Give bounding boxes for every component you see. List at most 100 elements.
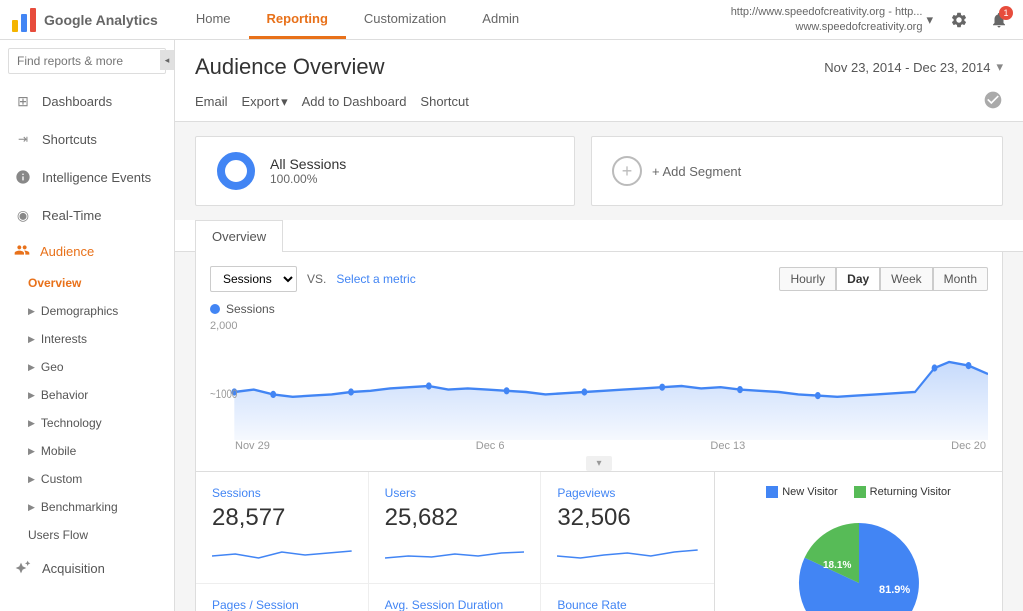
sidebar-subitem-custom[interactable]: ▶ Custom <box>0 465 174 493</box>
logo-text: Google Analytics <box>44 12 158 28</box>
x-label-dec13: Dec 13 <box>710 440 745 452</box>
x-label-dec6: Dec 6 <box>476 440 505 452</box>
sidebar-item-acquisition[interactable]: Acquisition <box>0 549 174 587</box>
time-btn-week[interactable]: Week <box>880 267 932 291</box>
chart-x-labels: Nov 29 Dec 6 Dec 13 Dec 20 <box>210 440 988 452</box>
segment-pct: 100.00% <box>270 172 346 186</box>
add-segment-label: + Add Segment <box>652 164 741 179</box>
nav-admin[interactable]: Admin <box>464 1 537 39</box>
logo: Google Analytics <box>10 6 158 34</box>
export-button[interactable]: Export ▾ <box>242 94 288 110</box>
returning-visitor-color <box>854 486 866 498</box>
new-visitor-label: New Visitor <box>782 486 837 498</box>
metric-label-bounce-rate: Bounce Rate <box>557 598 698 611</box>
chevron-icon-technology: ▶ <box>28 418 35 429</box>
select-metric-link[interactable]: Select a metric <box>336 272 415 286</box>
sidebar-item-shortcuts[interactable]: ⇥ Shortcuts <box>0 120 174 158</box>
metric-card-pageviews: Pageviews 32,506 <box>541 472 714 584</box>
sidebar-subitem-demographics[interactable]: ▶ Demographics <box>0 297 174 325</box>
chevron-icon-behavior: ▶ <box>28 390 35 401</box>
realtime-icon: ◉ <box>14 206 32 224</box>
settings-button[interactable] <box>945 6 973 34</box>
site-url[interactable]: http://www.speedofcreativity.org - http.… <box>731 5 933 34</box>
sidebar-subitem-behavior-label: Behavior <box>41 388 88 402</box>
add-segment-icon: + <box>612 156 642 186</box>
segment-card-all-sessions: All Sessions 100.00% <box>195 136 575 206</box>
add-segment-card[interactable]: + + Add Segment <box>591 136 1003 206</box>
help-icon-area <box>983 90 1003 113</box>
chart-collapse-button[interactable]: ▾ <box>210 452 988 471</box>
sidebar-subitem-technology-label: Technology <box>41 416 102 430</box>
chevron-icon-mobile: ▶ <box>28 446 35 457</box>
nav-home[interactable]: Home <box>178 1 249 39</box>
metric-label-users: Users <box>385 486 525 500</box>
time-btn-hourly[interactable]: Hourly <box>779 267 836 291</box>
time-btn-month[interactable]: Month <box>933 267 988 291</box>
sidebar-subitem-interests-label: Interests <box>41 332 87 346</box>
sidebar-subitem-usersflow-label: Users Flow <box>28 528 88 542</box>
returning-visitor-label: Returning Visitor <box>870 486 951 498</box>
notification-badge: 1 <box>999 6 1013 20</box>
acquisition-icon <box>14 559 32 577</box>
sidebar-subitem-usersflow[interactable]: Users Flow <box>0 521 174 549</box>
sidebar-subitem-behavior[interactable]: ▶ Behavior <box>0 381 174 409</box>
x-label-dec20: Dec 20 <box>951 440 986 452</box>
chevron-icon-demographics: ▶ <box>28 306 35 317</box>
chart-legend: Sessions <box>210 302 988 316</box>
metric-label-sessions: Sessions <box>212 486 352 500</box>
export-label: Export <box>242 94 280 109</box>
sidebar-item-audience[interactable]: Audience <box>0 234 174 269</box>
collapse-arrow-icon: ▾ <box>586 456 611 471</box>
metrics-grid: Sessions 28,577 Users 25,682 Pageviews 3… <box>196 472 715 611</box>
sidebar-subitem-benchmarking-label: Benchmarking <box>41 500 118 514</box>
pie-chart-area: New Visitor Returning Visitor <box>715 472 1002 611</box>
chart-section: Sessions VS. Select a metric Hourly Day … <box>195 252 1003 472</box>
content-area: Audience Overview Nov 23, 2014 - Dec 23,… <box>175 40 1023 611</box>
tab-overview[interactable]: Overview <box>195 220 283 252</box>
sidebar-subitem-overview[interactable]: Overview <box>0 269 174 297</box>
sidebar-audience-subitems: Overview ▶ Demographics ▶ Interests ▶ Ge… <box>0 269 174 549</box>
shortcut-button[interactable]: Shortcut <box>420 94 468 109</box>
segments-row: All Sessions 100.00% + + Add Segment <box>175 122 1023 220</box>
chart-wrapper: 2,000 <box>210 320 988 440</box>
page-title: Audience Overview <box>195 54 385 80</box>
pie-legend: New Visitor Returning Visitor <box>766 486 951 498</box>
action-bar: Email Export ▾ Add to Dashboard Shortcut <box>195 90 1003 121</box>
sidebar-label-audience: Audience <box>40 244 94 259</box>
sidebar-item-dashboards[interactable]: ⊞ Dashboards <box>0 82 174 120</box>
segment-info: All Sessions 100.00% <box>270 156 346 186</box>
sidebar-subitem-mobile[interactable]: ▶ Mobile <box>0 437 174 465</box>
add-to-dashboard-button[interactable]: Add to Dashboard <box>302 94 407 109</box>
metric-label-pageviews: Pageviews <box>557 486 698 500</box>
legend-new-visitor: New Visitor <box>766 486 837 498</box>
nav-customization[interactable]: Customization <box>346 1 464 39</box>
sidebar-item-realtime[interactable]: ◉ Real-Time <box>0 196 174 234</box>
search-input[interactable] <box>8 48 166 74</box>
sidebar-subitem-interests[interactable]: ▶ Interests <box>0 325 174 353</box>
sessions-chart: ~1000 <box>210 320 988 440</box>
email-button[interactable]: Email <box>195 94 228 109</box>
sidebar-subitem-geo[interactable]: ▶ Geo <box>0 353 174 381</box>
sidebar-subitem-benchmarking[interactable]: ▶ Benchmarking <box>0 493 174 521</box>
notifications-button[interactable]: 1 <box>985 6 1013 34</box>
audience-icon <box>14 242 30 261</box>
time-buttons: Hourly Day Week Month <box>779 267 988 291</box>
sidebar-subitem-technology[interactable]: ▶ Technology <box>0 409 174 437</box>
sidebar-subitem-custom-label: Custom <box>41 472 82 486</box>
sidebar-item-intelligence[interactable]: Intelligence Events <box>0 158 174 196</box>
new-visitor-pct-label: 81.9% <box>879 584 910 596</box>
sidebar-label-shortcuts: Shortcuts <box>42 132 97 147</box>
sidebar-collapse-button[interactable]: ◂ <box>160 50 174 70</box>
sparkline-sessions <box>212 536 352 566</box>
sessions-legend-dot <box>210 304 220 314</box>
metric-label-pages-session: Pages / Session <box>212 598 352 611</box>
metric-card-avg-session: Avg. Session Duration 00:00:35 <box>369 584 542 611</box>
pie-svg: 81.9% 18.1% <box>779 508 939 611</box>
sidebar-label-intelligence: Intelligence Events <box>42 170 151 185</box>
metric-label-avg-session: Avg. Session Duration <box>385 598 525 611</box>
time-btn-day[interactable]: Day <box>836 267 880 291</box>
nav-reporting[interactable]: Reporting <box>249 1 346 39</box>
metric-select[interactable]: Sessions <box>210 266 297 292</box>
date-range-picker[interactable]: Nov 23, 2014 - Dec 23, 2014 ▾ <box>824 59 1003 75</box>
sparkline-users <box>385 536 525 566</box>
